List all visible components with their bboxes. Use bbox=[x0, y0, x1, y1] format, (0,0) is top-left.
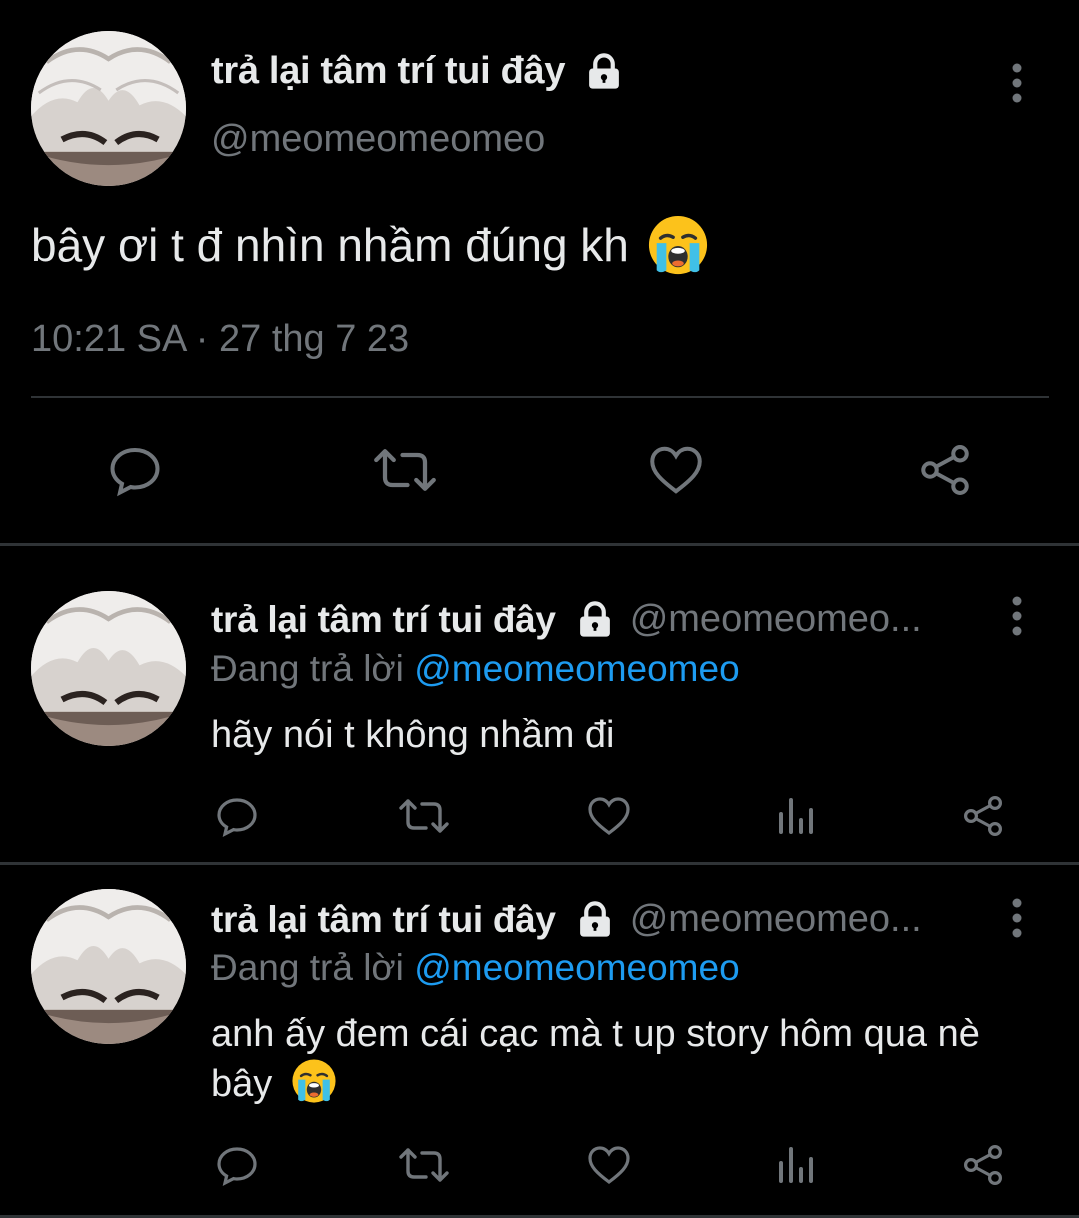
main-tweet: trả lại tâm trí tui đây @meomeomeomeo bâ… bbox=[0, 0, 1079, 543]
reply-button[interactable] bbox=[212, 791, 262, 841]
reply-icon bbox=[110, 447, 160, 497]
lock-icon bbox=[579, 600, 610, 637]
tweet-timestamp: 10:21 SA · 27 thg 7 23 bbox=[31, 318, 410, 360]
reply-author-row: trả lại tâm trí tui đây @meomeomeo... bbox=[211, 598, 922, 641]
divider bbox=[31, 396, 1049, 398]
share-icon bbox=[963, 1144, 1003, 1186]
handle[interactable]: @meomeomeo... bbox=[630, 598, 922, 641]
more-options-icon[interactable] bbox=[1011, 898, 1023, 938]
like-icon bbox=[650, 446, 702, 494]
avatar[interactable] bbox=[31, 31, 186, 186]
replying-to: Đang trả lời @meomeomeomeo bbox=[211, 648, 740, 690]
avatar-image bbox=[31, 31, 186, 186]
like-icon bbox=[588, 797, 630, 836]
replying-label: Đang trả lời bbox=[211, 648, 404, 689]
analytics-button[interactable] bbox=[772, 791, 822, 841]
reply-tweet[interactable]: trả lại tâm trí tui đây @meomeomeo... Đa… bbox=[0, 865, 1079, 1215]
reply-icon bbox=[217, 1147, 257, 1186]
avatar-image bbox=[31, 591, 186, 746]
share-button[interactable] bbox=[958, 791, 1008, 841]
reply-text: anh ấy đem cái cạc mà t up story hôm qua… bbox=[211, 1010, 1031, 1108]
display-name[interactable]: trả lại tâm trí tui đây bbox=[211, 50, 566, 93]
retweet-icon bbox=[399, 1148, 449, 1182]
retweet-button[interactable] bbox=[396, 1140, 452, 1190]
avatar[interactable] bbox=[31, 591, 186, 746]
like-button[interactable] bbox=[645, 440, 707, 500]
reply-tweet[interactable]: trả lại tâm trí tui đây @meomeomeo... Đa… bbox=[0, 546, 1079, 862]
more-options-icon[interactable] bbox=[1011, 63, 1023, 103]
reply-button[interactable] bbox=[105, 440, 165, 500]
lock-icon bbox=[579, 900, 610, 937]
replying-label: Đang trả lời bbox=[211, 947, 404, 988]
retweet-button[interactable] bbox=[396, 791, 452, 841]
reply-button[interactable] bbox=[212, 1140, 262, 1190]
share-button[interactable] bbox=[915, 440, 975, 500]
reply-author-row: trả lại tâm trí tui đây @meomeomeo... bbox=[211, 898, 922, 941]
share-icon bbox=[963, 795, 1003, 837]
share-button[interactable] bbox=[958, 1140, 1008, 1190]
analytics-icon bbox=[779, 798, 813, 834]
retweet-button[interactable] bbox=[370, 440, 440, 500]
loudly-crying-face-emoji bbox=[292, 1059, 336, 1103]
tweet-text: bây ơi t đ nhìn nhầm đúng kh bbox=[31, 214, 709, 276]
handle[interactable]: @meomeomeo... bbox=[630, 898, 922, 941]
tweet-thread-screen: trả lại tâm trí tui đây @meomeomeomeo bâ… bbox=[0, 0, 1079, 1218]
replying-to: Đang trả lời @meomeomeomeo bbox=[211, 947, 740, 989]
analytics-icon bbox=[779, 1147, 813, 1183]
lock-icon bbox=[589, 52, 620, 89]
like-button[interactable] bbox=[584, 791, 634, 841]
like-button[interactable] bbox=[584, 1140, 634, 1190]
retweet-icon bbox=[399, 799, 449, 833]
mention-link[interactable]: @meomeomeomeo bbox=[414, 947, 739, 988]
share-icon bbox=[921, 444, 969, 496]
display-name[interactable]: trả lại tâm trí tui đây bbox=[211, 899, 556, 941]
handle[interactable]: @meomeomeomeo bbox=[211, 118, 545, 161]
more-options-icon[interactable] bbox=[1011, 596, 1023, 636]
retweet-icon bbox=[374, 449, 436, 491]
avatar-image bbox=[31, 889, 186, 1044]
main-tweet-author: trả lại tâm trí tui đây bbox=[211, 50, 625, 93]
loudly-crying-face-emoji bbox=[648, 215, 707, 275]
display-name[interactable]: trả lại tâm trí tui đây bbox=[211, 599, 556, 641]
tweet-text-body: bây ơi t đ nhìn nhầm đúng kh bbox=[31, 219, 629, 271]
reply-text: hãy nói t không nhầm đi bbox=[211, 714, 615, 756]
like-icon bbox=[588, 1146, 630, 1185]
reply-icon bbox=[217, 798, 257, 837]
avatar[interactable] bbox=[31, 889, 186, 1044]
mention-link[interactable]: @meomeomeomeo bbox=[414, 648, 739, 689]
analytics-button[interactable] bbox=[772, 1140, 822, 1190]
